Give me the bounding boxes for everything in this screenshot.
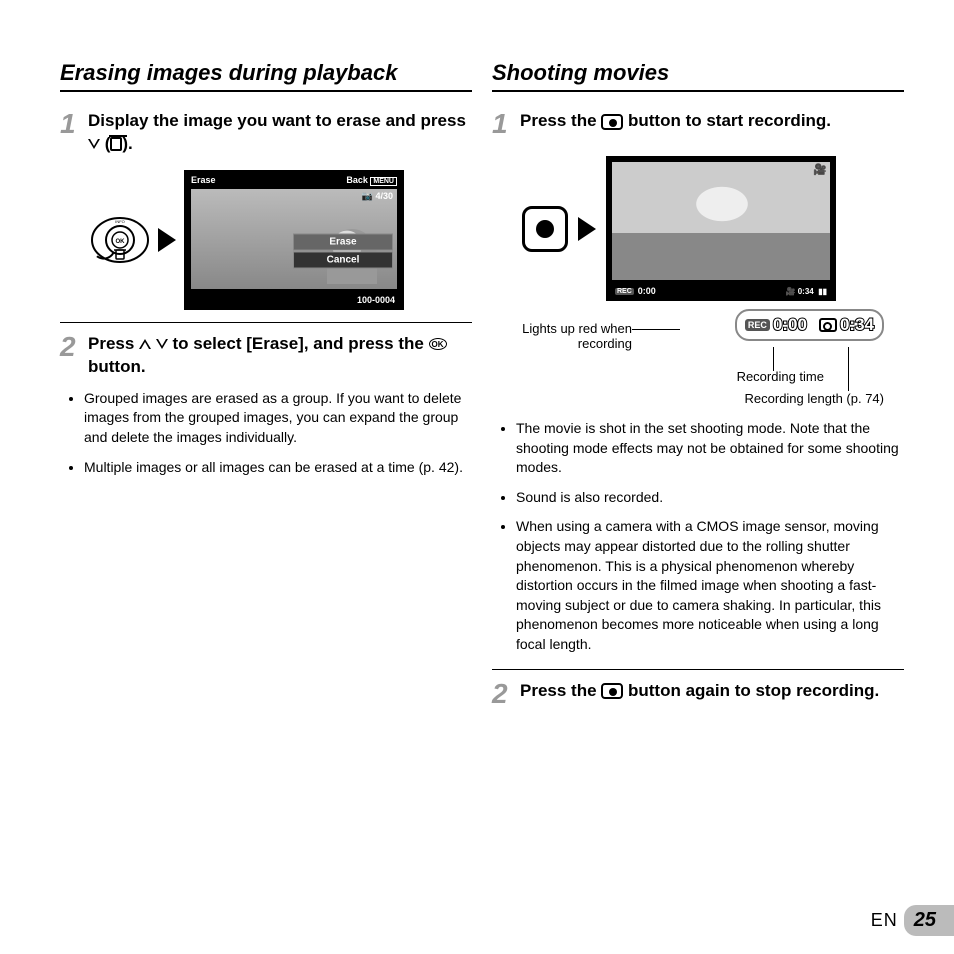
figure-row-movie: 🎥 REC 0:00 🎥 0:34 ▮▮ [522, 156, 904, 301]
rec-length-zoom: 0:34 [840, 315, 874, 335]
screen-back-label: Back MENU [346, 175, 397, 186]
step-text: Press to select [Erase], and press the O… [88, 333, 472, 379]
step-number: 1 [60, 110, 82, 138]
right-column: Shooting movies 1 Press the button to st… [492, 60, 904, 708]
erase-dialog: Erase Cancel [293, 232, 393, 269]
ok-button-icon: OK [429, 338, 447, 350]
rec-time: 0:00 [638, 286, 656, 296]
record-button-icon [601, 114, 623, 130]
zoom-detail: REC 0:00 0:34 [735, 309, 884, 341]
label-recording-time: Recording time [737, 369, 824, 384]
dialog-option-erase: Erase [293, 233, 393, 250]
page-footer: EN 25 [871, 905, 954, 936]
step-1-right: 1 Press the button to start recording. 🎥… [492, 110, 904, 655]
step-number: 2 [492, 680, 514, 708]
step-number: 2 [60, 333, 82, 361]
svg-text:OK: OK [116, 239, 126, 245]
bullet-item: Sound is also recorded. [516, 488, 904, 508]
left-column: Erasing images during playback 1 Display… [60, 60, 472, 708]
camera-screen-erase: Erase Back MENU 📷 4/30 Erase Cancel 100-… [184, 170, 404, 310]
section-title-erasing: Erasing images during playback [60, 60, 472, 92]
down-triangle-icon [88, 139, 100, 149]
bullet-list: The movie is shot in the set shooting mo… [516, 419, 904, 655]
step-text: Press the button to start recording. [520, 110, 904, 133]
label-lights-red: Lights up red when recording [492, 321, 632, 351]
dialog-option-cancel: Cancel [293, 251, 393, 268]
record-button-large-icon [522, 206, 568, 252]
trash-icon [110, 137, 122, 151]
step-2-right: 2 Press the button again to stop recordi… [492, 669, 904, 708]
step-number: 1 [492, 110, 514, 138]
svg-text:INFO: INFO [115, 219, 125, 224]
step-text: Display the image you want to erase and … [88, 110, 472, 156]
section-title-movies: Shooting movies [492, 60, 904, 92]
arrow-right-icon [578, 217, 596, 241]
rec-time-zoom: 0:00 [773, 315, 807, 335]
file-number: 100-0004 [357, 295, 395, 305]
camera-small-icon [819, 318, 837, 332]
rec-remaining: 🎥 0:34 ▮▮ [786, 287, 827, 296]
step-text: Press the button again to stop recording… [520, 680, 904, 703]
bullet-item: The movie is shot in the set shooting mo… [516, 419, 904, 478]
callout-diagram: Lights up red when recording REC 0:00 0:… [492, 309, 904, 409]
camera-screen-movie: 🎥 REC 0:00 🎥 0:34 ▮▮ [606, 156, 836, 301]
figure-row-erase: OK INFO Erase Back MENU 📷 4/30 [90, 170, 472, 310]
bullet-list: Grouped images are erased as a group. If… [84, 389, 472, 477]
bullet-item: Multiple images or all images can be era… [84, 458, 472, 478]
dpad-control-icon: OK INFO [90, 210, 150, 270]
rec-indicator: REC [615, 288, 634, 295]
movie-mode-icon: 🎥 [813, 163, 827, 176]
down-triangle-icon [156, 339, 168, 349]
record-button-icon [601, 683, 623, 699]
bullet-item: When using a camera with a CMOS image se… [516, 517, 904, 654]
image-counter: 📷 4/30 [362, 191, 393, 202]
rec-label-zoom: REC [745, 319, 770, 331]
step-2-left: 2 Press to select [Erase], and press the… [60, 322, 472, 477]
label-recording-length: Recording length (p. 74) [745, 391, 884, 406]
movie-preview-image [612, 162, 830, 280]
step-1-left: 1 Display the image you want to erase an… [60, 110, 472, 310]
up-triangle-icon [139, 339, 151, 349]
page-number: 25 [904, 905, 954, 936]
screen-erase-label: Erase [191, 175, 216, 186]
arrow-right-icon [158, 228, 176, 252]
menu-icon: MENU [370, 177, 397, 186]
bullet-item: Grouped images are erased as a group. If… [84, 389, 472, 448]
language-label: EN [871, 910, 898, 931]
